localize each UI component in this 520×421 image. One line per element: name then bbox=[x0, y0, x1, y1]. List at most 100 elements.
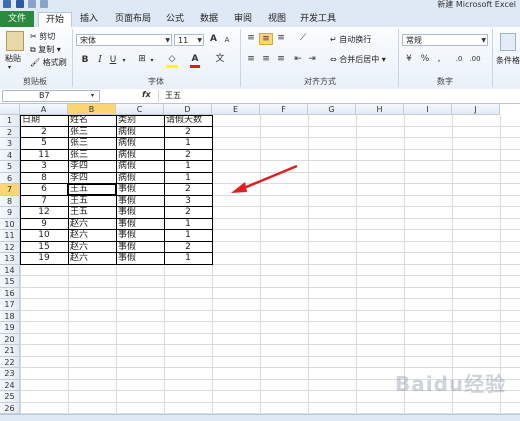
row-header[interactable]: 19 bbox=[0, 322, 20, 334]
tab-developer[interactable]: 开发工具 bbox=[296, 12, 340, 27]
align-bottom-icon[interactable]: ≡ bbox=[275, 33, 287, 44]
row-header[interactable]: 1 bbox=[0, 115, 20, 127]
orientation-icon[interactable]: ⟋ bbox=[296, 33, 310, 44]
row-header[interactable]: 7 bbox=[0, 184, 20, 196]
row-header[interactable]: 20 bbox=[0, 333, 20, 345]
undo-icon[interactable] bbox=[28, 0, 36, 8]
row-header[interactable]: 25 bbox=[0, 391, 20, 403]
conditional-formatting-icon[interactable] bbox=[500, 33, 516, 51]
name-box[interactable]: B7 bbox=[2, 90, 100, 102]
decrease-indent-icon[interactable]: ⇤ bbox=[292, 54, 304, 65]
row-header[interactable]: 13 bbox=[0, 253, 20, 265]
copy-button[interactable]: ⧉ 复制 ▾ bbox=[30, 44, 61, 55]
column-header[interactable]: A bbox=[20, 104, 68, 115]
tab-insert[interactable]: 插入 bbox=[74, 12, 104, 27]
row-header[interactable]: 4 bbox=[0, 149, 20, 161]
row-header[interactable]: 22 bbox=[0, 356, 20, 368]
increase-decimal-icon[interactable]: .0 bbox=[452, 54, 466, 65]
select-all-corner[interactable] bbox=[0, 104, 20, 115]
row-header[interactable]: 21 bbox=[0, 345, 20, 357]
column-header[interactable]: B bbox=[68, 104, 116, 115]
active-cell[interactable] bbox=[67, 183, 117, 196]
decrease-decimal-icon[interactable]: .00 bbox=[468, 54, 482, 65]
increase-indent-icon[interactable]: ⇥ bbox=[306, 54, 318, 65]
font-name-select[interactable]: 宋体 ▼ bbox=[76, 34, 172, 46]
row-header[interactable]: 5 bbox=[0, 161, 20, 173]
column-header[interactable]: D bbox=[164, 104, 212, 115]
column-header[interactable]: I bbox=[404, 104, 452, 115]
row-header[interactable]: 17 bbox=[0, 299, 20, 311]
paste-dropdown-icon[interactable]: ▾ bbox=[8, 64, 11, 71]
align-center-icon[interactable]: ≡ bbox=[260, 54, 272, 65]
align-left-icon[interactable]: ≡ bbox=[245, 54, 257, 65]
percent-button[interactable]: % bbox=[420, 54, 430, 65]
row-header[interactable]: 2 bbox=[0, 126, 20, 138]
font-color-icon[interactable]: A bbox=[190, 54, 200, 68]
tab-review[interactable]: 审阅 bbox=[228, 12, 258, 27]
arrow-head bbox=[231, 182, 247, 193]
column-header[interactable]: J bbox=[452, 104, 500, 115]
row-header[interactable]: 8 bbox=[0, 195, 20, 207]
cut-button[interactable]: ✂ 剪切 bbox=[30, 31, 55, 42]
currency-icon[interactable]: ¥ bbox=[402, 54, 416, 65]
phonetic-icon[interactable]: 文 bbox=[214, 54, 226, 65]
align-middle-icon[interactable]: ≡ bbox=[259, 33, 273, 45]
column-header[interactable]: E bbox=[212, 104, 260, 115]
conditional-formatting-button[interactable]: 条件格 bbox=[496, 55, 520, 66]
row-header[interactable]: 26 bbox=[0, 402, 20, 414]
tab-view[interactable]: 视图 bbox=[262, 12, 292, 27]
italic-button[interactable]: I bbox=[95, 55, 105, 66]
redo-icon[interactable] bbox=[40, 0, 48, 8]
tab-home[interactable]: 开始 bbox=[38, 12, 72, 28]
formula-input[interactable]: 王五 bbox=[158, 90, 520, 102]
gridline bbox=[20, 321, 520, 322]
table-border bbox=[20, 137, 213, 138]
row-header[interactable]: 10 bbox=[0, 218, 20, 230]
column-header[interactable]: G bbox=[308, 104, 356, 115]
row-header[interactable]: 3 bbox=[0, 138, 20, 150]
clipboard-group-label: 剪贴板 bbox=[23, 77, 47, 86]
tab-page-layout[interactable]: 页面布局 bbox=[108, 12, 158, 27]
grow-font-icon[interactable]: A bbox=[208, 34, 219, 45]
row-header[interactable]: 15 bbox=[0, 276, 20, 288]
merge-icon: ⇔ bbox=[330, 55, 337, 64]
insert-function-icon[interactable]: fx bbox=[142, 90, 151, 99]
save-icon[interactable] bbox=[16, 0, 24, 8]
chevron-down-icon[interactable]: ▾ bbox=[120, 55, 128, 66]
underline-button[interactable]: U bbox=[108, 55, 118, 66]
paste-icon[interactable] bbox=[6, 31, 24, 51]
column-header[interactable]: H bbox=[356, 104, 404, 115]
row-header[interactable]: 11 bbox=[0, 230, 20, 242]
paste-button[interactable]: 粘贴 bbox=[5, 53, 21, 64]
row-header[interactable]: 12 bbox=[0, 241, 20, 253]
row-header[interactable]: 23 bbox=[0, 368, 20, 380]
borders-icon[interactable]: ⊞ bbox=[136, 54, 148, 65]
row-header[interactable]: 16 bbox=[0, 287, 20, 299]
tab-data[interactable]: 数据 bbox=[194, 12, 224, 27]
tab-file[interactable]: 文件 bbox=[0, 11, 34, 27]
tab-formulas[interactable]: 公式 bbox=[160, 12, 190, 27]
chevron-down-icon[interactable]: ▾ bbox=[148, 55, 156, 66]
number-format-select[interactable]: 常规 ▼ bbox=[402, 34, 488, 46]
arrow-shaft bbox=[238, 164, 298, 192]
font-size-select[interactable]: 11 ▼ bbox=[174, 34, 204, 46]
align-right-icon[interactable]: ≡ bbox=[275, 54, 287, 65]
column-header[interactable]: F bbox=[260, 104, 308, 115]
merge-center-button[interactable]: ⇔ 合并后居中 ▾ bbox=[330, 54, 386, 65]
row-header[interactable]: 6 bbox=[0, 172, 20, 184]
row-header[interactable]: 9 bbox=[0, 207, 20, 219]
comma-button[interactable]: , bbox=[434, 54, 444, 65]
shrink-font-icon[interactable]: A bbox=[222, 35, 232, 46]
format-painter-button[interactable]: 🖌 格式刷 bbox=[30, 57, 67, 68]
row-header[interactable]: 14 bbox=[0, 264, 20, 276]
column-header[interactable]: C bbox=[116, 104, 164, 115]
chevron-down-icon[interactable]: ▾ bbox=[91, 92, 94, 99]
align-top-icon[interactable]: ≡ bbox=[245, 33, 257, 44]
cut-label: 剪切 bbox=[39, 32, 56, 41]
wrap-text-button[interactable]: ↵ 自动换行 bbox=[330, 34, 371, 45]
bold-button[interactable]: B bbox=[80, 55, 90, 66]
row-header[interactable]: 24 bbox=[0, 379, 20, 391]
row-header[interactable]: 18 bbox=[0, 310, 20, 322]
fill-color-icon[interactable]: ◇ bbox=[166, 54, 178, 68]
gridline bbox=[20, 309, 520, 311]
